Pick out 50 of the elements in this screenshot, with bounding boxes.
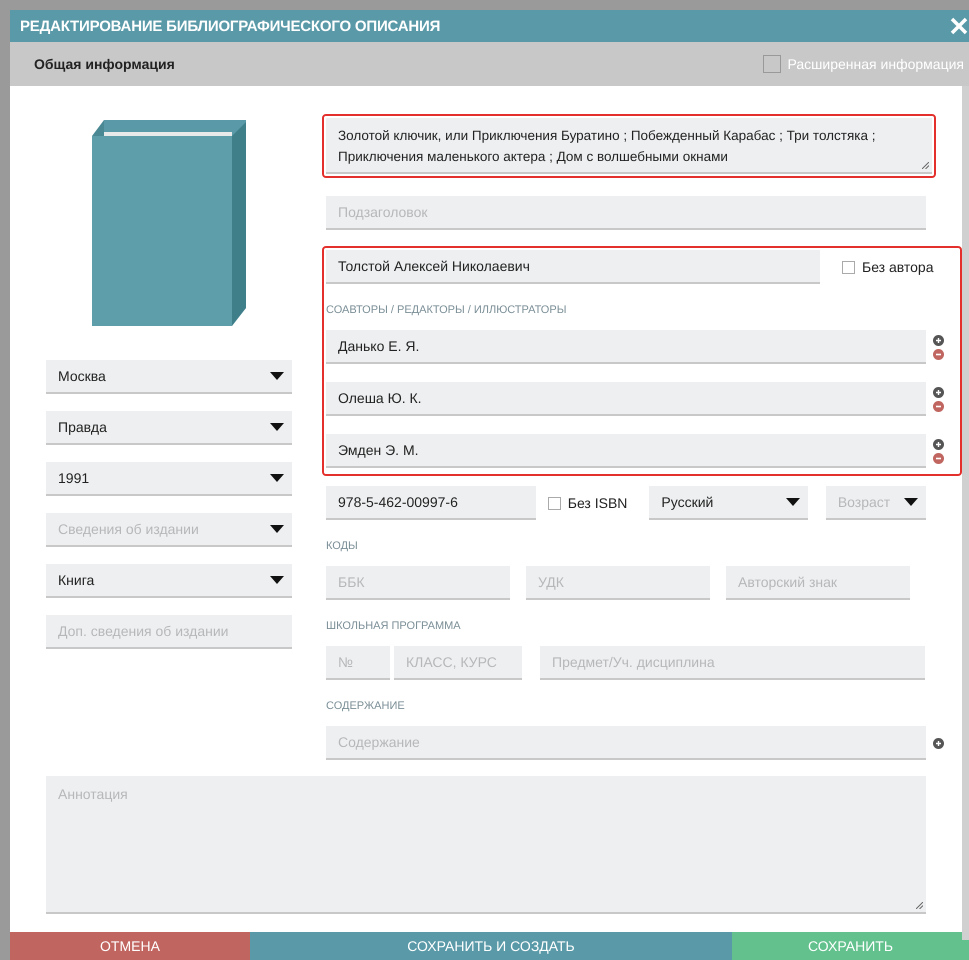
resize-grip-icon bbox=[916, 902, 923, 909]
section-title: Общая информация bbox=[34, 56, 175, 72]
add-icon[interactable] bbox=[932, 386, 944, 398]
caret-icon bbox=[904, 498, 918, 506]
select-field[interactable]: Книга bbox=[46, 564, 292, 598]
remove-icon[interactable] bbox=[932, 452, 944, 464]
input-field[interactable]: Эмден Э. М. bbox=[326, 434, 926, 468]
checkbox[interactable] bbox=[842, 260, 855, 274]
remove-icon[interactable] bbox=[932, 348, 944, 360]
section-label: ШКОЛЬНАЯ ПРОГРАММА bbox=[326, 620, 461, 632]
caret-icon bbox=[786, 498, 800, 506]
input-field[interactable]: УДК bbox=[526, 566, 710, 600]
input-field[interactable]: Авторский знак bbox=[726, 566, 910, 600]
book-icon bbox=[92, 120, 248, 326]
input-field[interactable]: ББК bbox=[326, 566, 510, 600]
add-icon[interactable] bbox=[932, 334, 944, 346]
input-field[interactable]: Олеша Ю. К. bbox=[326, 382, 926, 416]
input-field[interactable]: Толстой Алексей Николаевич bbox=[326, 250, 820, 284]
input-field[interactable]: 978-5-462-00997-6 bbox=[326, 486, 536, 520]
caret-icon bbox=[270, 525, 284, 533]
select-field[interactable]: 1991 bbox=[46, 462, 292, 496]
checkbox-label: Без автора bbox=[862, 259, 934, 275]
select-field[interactable]: Русский bbox=[649, 486, 808, 520]
section-label: СОАВТОРЫ / РЕДАКТОРЫ / ИЛЛЮСТРАТОРЫ bbox=[326, 304, 566, 316]
title-field[interactable]: Золотой ключик, или Приключения Буратино ; Побежденный Карабас ; Три толстяка ; Приключения маленького актера ; Дом с волшебными окнами bbox=[326, 118, 932, 174]
input-field[interactable]: Предмет/Уч. дисциплина bbox=[540, 646, 925, 680]
input-field[interactable]: Подзаголовок bbox=[326, 196, 926, 230]
window-title: РЕДАКТИРОВАНИЕ БИБЛИОГРАФИЧЕСКОГО ОПИСАНИЯ bbox=[20, 18, 440, 34]
add-icon[interactable] bbox=[932, 738, 944, 748]
caret-icon bbox=[270, 474, 284, 482]
section-label: СОДЕРЖАНИЕ bbox=[326, 700, 405, 712]
caret-icon bbox=[270, 423, 284, 431]
input-field[interactable]: Доп. сведения об издании bbox=[46, 615, 292, 649]
caret-icon bbox=[270, 372, 284, 380]
remove-icon[interactable] bbox=[932, 400, 944, 412]
add-icon[interactable] bbox=[932, 438, 944, 450]
action-button[interactable]: ОТМЕНА bbox=[10, 932, 250, 960]
section-label: КОДЫ bbox=[326, 540, 358, 552]
checkbox[interactable] bbox=[548, 496, 561, 510]
close-button[interactable] bbox=[948, 15, 969, 37]
input-field[interactable]: Данько Е. Я. bbox=[326, 330, 926, 364]
input-field[interactable]: КЛАСС, КУРС bbox=[394, 646, 522, 680]
checkbox-label: Без ISBN bbox=[568, 495, 628, 511]
caret-icon bbox=[270, 576, 284, 584]
input-field[interactable]: Содержание bbox=[326, 726, 926, 760]
select-field[interactable]: Москва bbox=[46, 360, 292, 394]
input-field[interactable]: № bbox=[326, 646, 390, 680]
resize-grip-icon bbox=[922, 162, 929, 169]
checkbox[interactable] bbox=[762, 55, 781, 73]
select-field[interactable]: Правда bbox=[46, 411, 292, 445]
